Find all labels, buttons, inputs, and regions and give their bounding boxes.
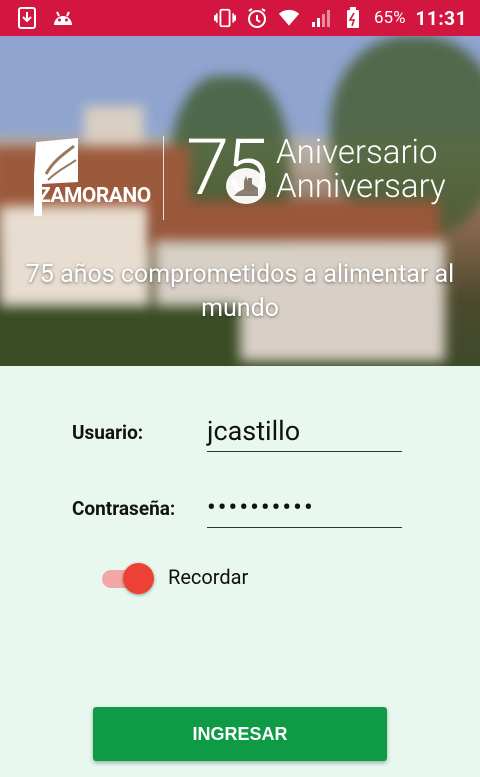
username-label: Usuario:	[72, 421, 144, 444]
battery-icon	[342, 7, 364, 29]
android-icon	[52, 7, 74, 29]
tagline-text: 75 años comprometidos a alimentar al mun…	[25, 260, 455, 323]
remember-label: Recordar	[168, 565, 249, 589]
password-value: ••••••••••	[207, 493, 315, 523]
vibrate-icon	[213, 7, 236, 29]
hero-banner: ZAMORANO 75 Aniversario Anniversary 75 a…	[0, 36, 480, 366]
wifi-icon	[278, 7, 300, 29]
anniversary-emblem-icon	[226, 168, 266, 204]
anniversary-text: Aniversario Anniversary	[276, 136, 446, 204]
status-bar: 65% 11:31	[0, 0, 480, 36]
signal-icon	[310, 7, 332, 29]
download-icon	[16, 7, 38, 29]
anniversary-es: Aniversario	[276, 133, 438, 172]
password-field[interactable]: ••••••••••	[207, 488, 402, 528]
anniversary-en: Anniversary	[276, 167, 446, 206]
username-value: jcastillo	[207, 415, 301, 447]
logo-wordmark: ZAMORANO	[38, 184, 151, 208]
clock: 11:31	[415, 6, 467, 30]
password-label: Contraseña:	[72, 497, 176, 520]
username-field[interactable]: jcastillo	[207, 412, 402, 452]
login-button[interactable]: INGRESAR	[93, 707, 387, 761]
toggle-thumb	[123, 563, 154, 594]
logo-divider	[163, 136, 164, 220]
tagline: 75 años comprometidos a alimentar al mun…	[0, 258, 480, 326]
remember-toggle[interactable]	[102, 563, 154, 594]
login-form: Usuario: jcastillo Contraseña: •••••••••…	[0, 366, 480, 777]
alarm-icon	[246, 7, 268, 29]
battery-percent: 65%	[373, 8, 406, 28]
zamorano-logo	[28, 136, 82, 222]
